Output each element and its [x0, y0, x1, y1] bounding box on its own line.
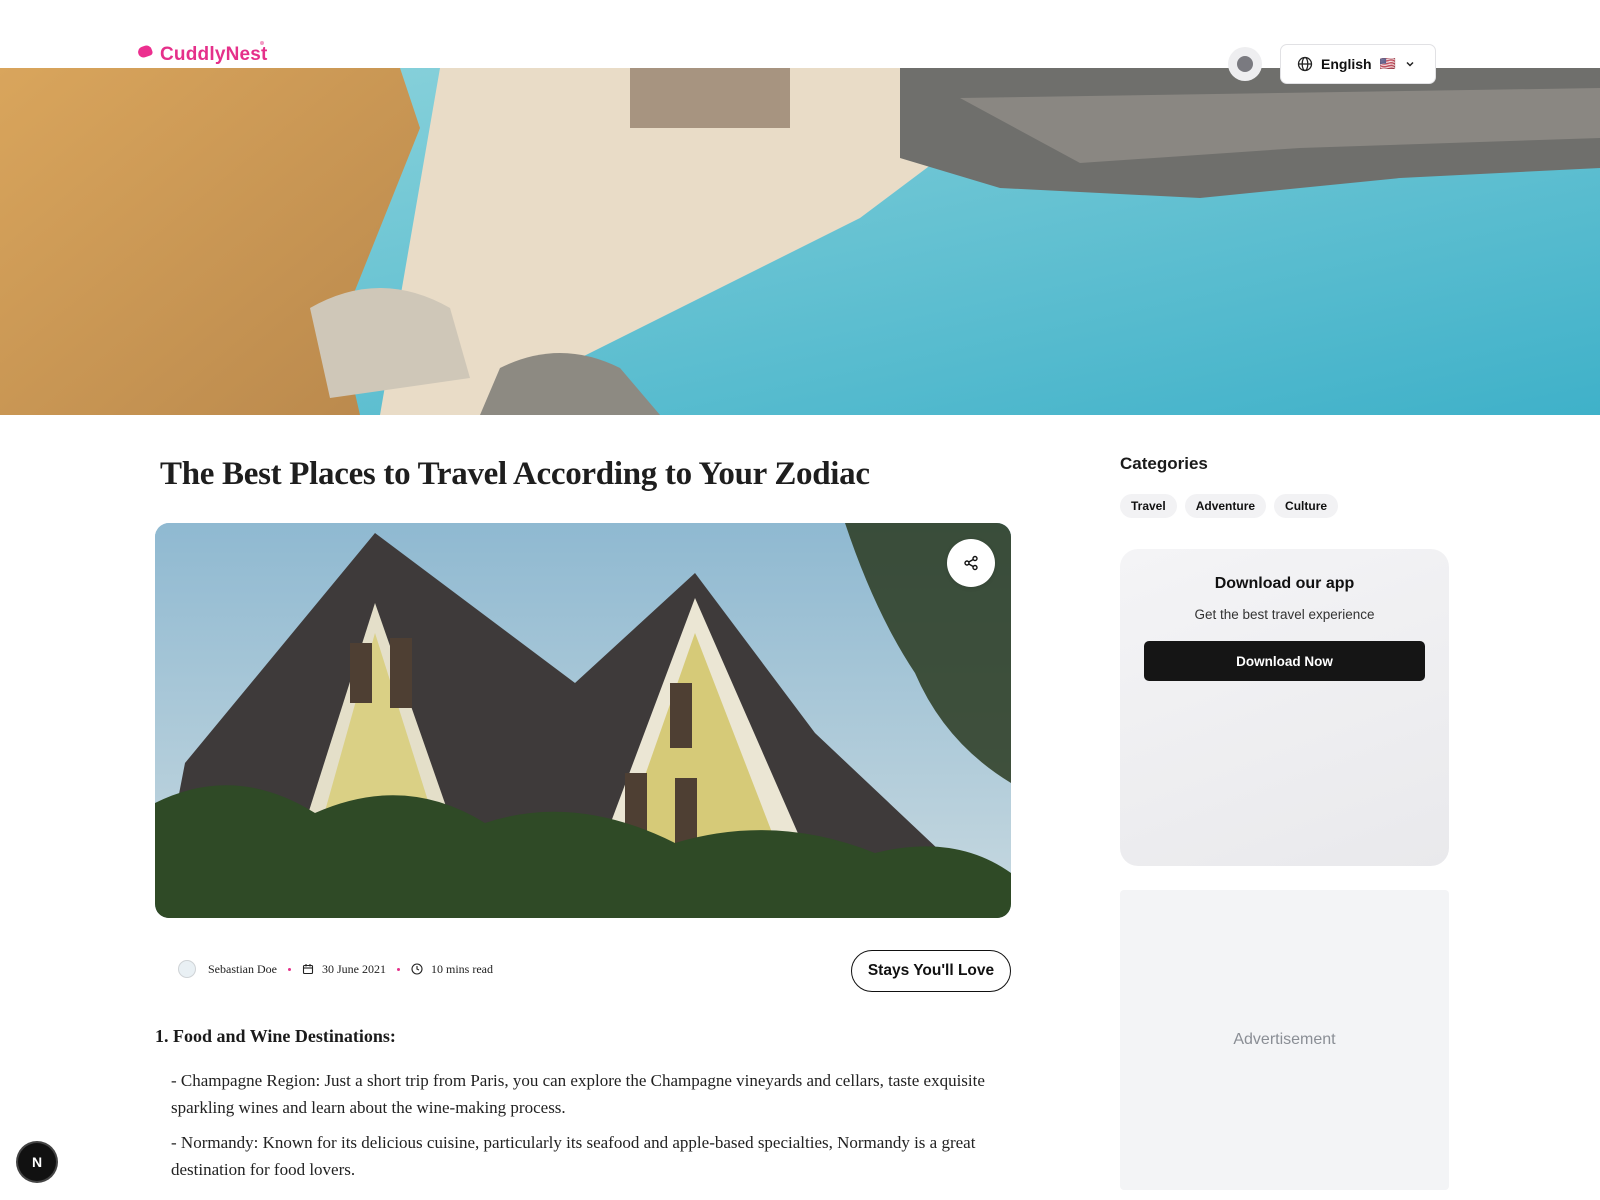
share-icon: [964, 555, 978, 571]
advertisement-label: Advertisement: [1233, 1031, 1336, 1048]
publish-date: 30 June 2021: [321, 961, 386, 976]
read-time: 10 mins read: [430, 961, 493, 976]
logo[interactable]: CuddlyNest: [136, 41, 268, 66]
separator-dot: [396, 967, 400, 971]
article-title: The Best Places to Travel According to Y…: [160, 456, 870, 492]
dev-tools-badge[interactable]: N: [18, 1143, 56, 1181]
section-heading: 1. Food and Wine Destinations:: [155, 1026, 396, 1046]
category-chip-travel[interactable]: Travel: [1120, 494, 1177, 518]
paragraph: - Normandy: Known for its delicious cuis…: [171, 1133, 976, 1179]
category-chips: Travel Adventure Culture: [1120, 494, 1339, 518]
separator-dot: [287, 967, 291, 971]
chevron-down-icon: [1406, 61, 1414, 67]
user-avatar-button[interactable]: [1228, 47, 1262, 81]
language-label: English: [1321, 56, 1372, 72]
user-icon: [1237, 56, 1253, 72]
app-card-title: Download our app: [1214, 575, 1355, 592]
download-app-card: Download our app Get the best travel exp…: [1120, 549, 1449, 866]
logo-dot: [260, 41, 264, 45]
category-chip-adventure[interactable]: Adventure: [1184, 494, 1267, 518]
language-selector[interactable]: English 🇺🇸: [1280, 44, 1436, 84]
share-button[interactable]: [947, 539, 995, 587]
globe-icon: [1297, 56, 1313, 72]
site-header: CuddlyNest English 🇺🇸: [0, 0, 1600, 84]
advertisement[interactable]: Advertisement: [1120, 890, 1449, 1190]
logo-text: CuddlyNest: [160, 44, 268, 65]
hero-image: [0, 68, 1600, 415]
download-now-button[interactable]: Download Now: [1144, 641, 1425, 681]
feature-image: [155, 523, 1011, 918]
author-avatar: [178, 960, 196, 978]
clock-icon: [411, 963, 423, 975]
stays-youll-love-button[interactable]: Stays You'll Love: [851, 950, 1011, 992]
author-name[interactable]: Sebastian Doe: [208, 962, 277, 977]
logo-mark-icon: [136, 43, 154, 59]
categories-title: Categories: [1120, 454, 1208, 473]
category-chip-culture[interactable]: Culture: [1274, 494, 1339, 518]
app-card-subtitle: Get the best travel experience: [1194, 607, 1375, 622]
paragraph: - Champagne Region: Just a short trip fr…: [171, 1071, 985, 1117]
calendar-icon: [302, 964, 314, 975]
article-meta: Sebastian Doe 30 June 2021 10 mins read: [178, 960, 493, 978]
flag-icon: 🇺🇸: [1379, 56, 1396, 71]
